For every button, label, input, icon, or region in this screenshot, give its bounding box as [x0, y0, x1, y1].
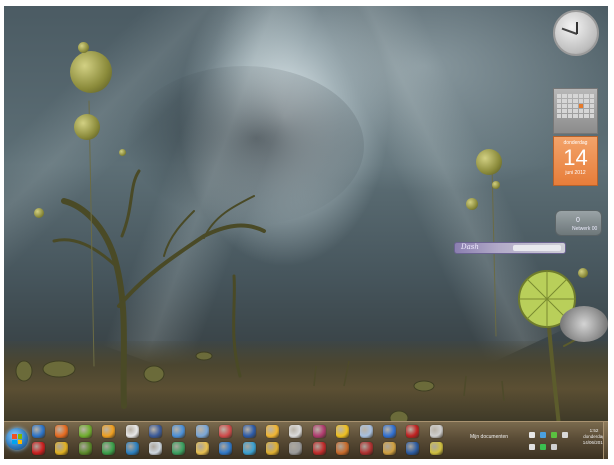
recycle-icon[interactable]	[102, 442, 116, 455]
desktop[interactable]: donderdag 14 juni 2012 0 Netwerk 00 Dash	[4, 6, 608, 459]
meter-value: 0	[576, 217, 580, 224]
update-icon[interactable]	[172, 442, 186, 455]
taskbar: Mijn documenten 1:52 donderdag 14/06/201…	[4, 421, 608, 459]
puzzle-icon[interactable]	[266, 442, 279, 455]
up-arrow-icon[interactable]	[529, 432, 535, 438]
ie-icon[interactable]	[32, 425, 45, 438]
chrome-icon[interactable]	[55, 442, 69, 455]
minute-hand	[561, 27, 578, 35]
download-icon[interactable]	[406, 442, 420, 455]
action-center-icon[interactable]	[551, 444, 557, 450]
opera-icon[interactable]	[32, 442, 45, 455]
folder-icon[interactable]	[195, 442, 209, 455]
start-button[interactable]	[6, 428, 28, 450]
image-viewer-icon[interactable]	[149, 425, 162, 438]
floating-orb	[70, 51, 112, 93]
floating-orb	[78, 42, 89, 53]
moon-icon[interactable]	[359, 425, 373, 438]
monitor-icon[interactable]	[195, 425, 209, 438]
globe-icon[interactable]	[172, 425, 186, 438]
floating-orb	[119, 149, 126, 156]
pdf-icon[interactable]	[312, 442, 326, 455]
flag-icon[interactable]	[406, 425, 420, 438]
calendar-app-icon[interactable]	[359, 442, 373, 455]
search-gadget[interactable]: Dash	[454, 242, 566, 254]
printer-icon[interactable]	[289, 442, 303, 455]
network-icon[interactable]	[219, 442, 233, 455]
calendar-gadget[interactable]: donderdag 14 juni 2012	[553, 88, 598, 190]
shield-icon[interactable]	[540, 444, 546, 450]
show-desktop-button[interactable]	[603, 422, 608, 459]
network-tray-icon[interactable]	[529, 444, 535, 450]
word-icon[interactable]	[242, 425, 256, 438]
bluetooth-icon[interactable]	[383, 425, 396, 438]
messenger-icon[interactable]	[336, 425, 350, 438]
battery-icon[interactable]	[551, 432, 557, 438]
floating-orb	[492, 181, 500, 189]
security-icon[interactable]	[242, 442, 256, 455]
system-tray	[529, 426, 579, 456]
refresh-icon[interactable]	[125, 442, 139, 455]
search-input[interactable]	[513, 245, 561, 251]
photo-icon[interactable]	[266, 425, 279, 438]
disc-icon[interactable]	[429, 425, 443, 438]
star-icon[interactable]	[429, 442, 443, 455]
cloud-icon[interactable]	[540, 432, 546, 438]
spotify-icon[interactable]	[78, 425, 92, 438]
paint-icon[interactable]	[219, 425, 233, 438]
my-documents-toolbar[interactable]: Mijn documenten	[470, 434, 508, 440]
video-editor-icon[interactable]	[312, 425, 326, 438]
meter-label: Netwerk 00	[572, 226, 598, 232]
frog-icon[interactable]	[78, 442, 92, 455]
panda-icon[interactable]	[125, 425, 139, 438]
floating-orb	[74, 114, 100, 140]
windows-logo-icon	[12, 434, 22, 444]
picture-gadget[interactable]	[560, 306, 608, 342]
floating-orb	[34, 208, 44, 218]
calendar-month-year: juni 2012	[565, 170, 586, 176]
search-brand: Dash	[461, 243, 479, 251]
media-player-icon[interactable]	[102, 425, 116, 438]
hour-hand	[576, 22, 578, 34]
sheep-icon[interactable]	[289, 425, 303, 438]
floating-orb	[476, 149, 502, 175]
network-meter-gadget[interactable]: 0 Netwerk 00	[555, 210, 602, 236]
calendar-month-view	[553, 88, 598, 134]
floating-orb	[578, 268, 588, 278]
tools-icon[interactable]	[336, 442, 350, 455]
mail-icon[interactable]	[383, 442, 396, 455]
firefox-icon[interactable]	[55, 425, 69, 438]
calendar-day-number: 14	[563, 145, 588, 170]
magnifier-icon[interactable]	[149, 442, 162, 455]
clock-gadget[interactable]	[553, 10, 599, 56]
calendar-day-view: donderdag 14 juni 2012	[553, 136, 598, 186]
speaker-icon[interactable]	[562, 432, 568, 438]
floating-orb	[466, 198, 478, 210]
